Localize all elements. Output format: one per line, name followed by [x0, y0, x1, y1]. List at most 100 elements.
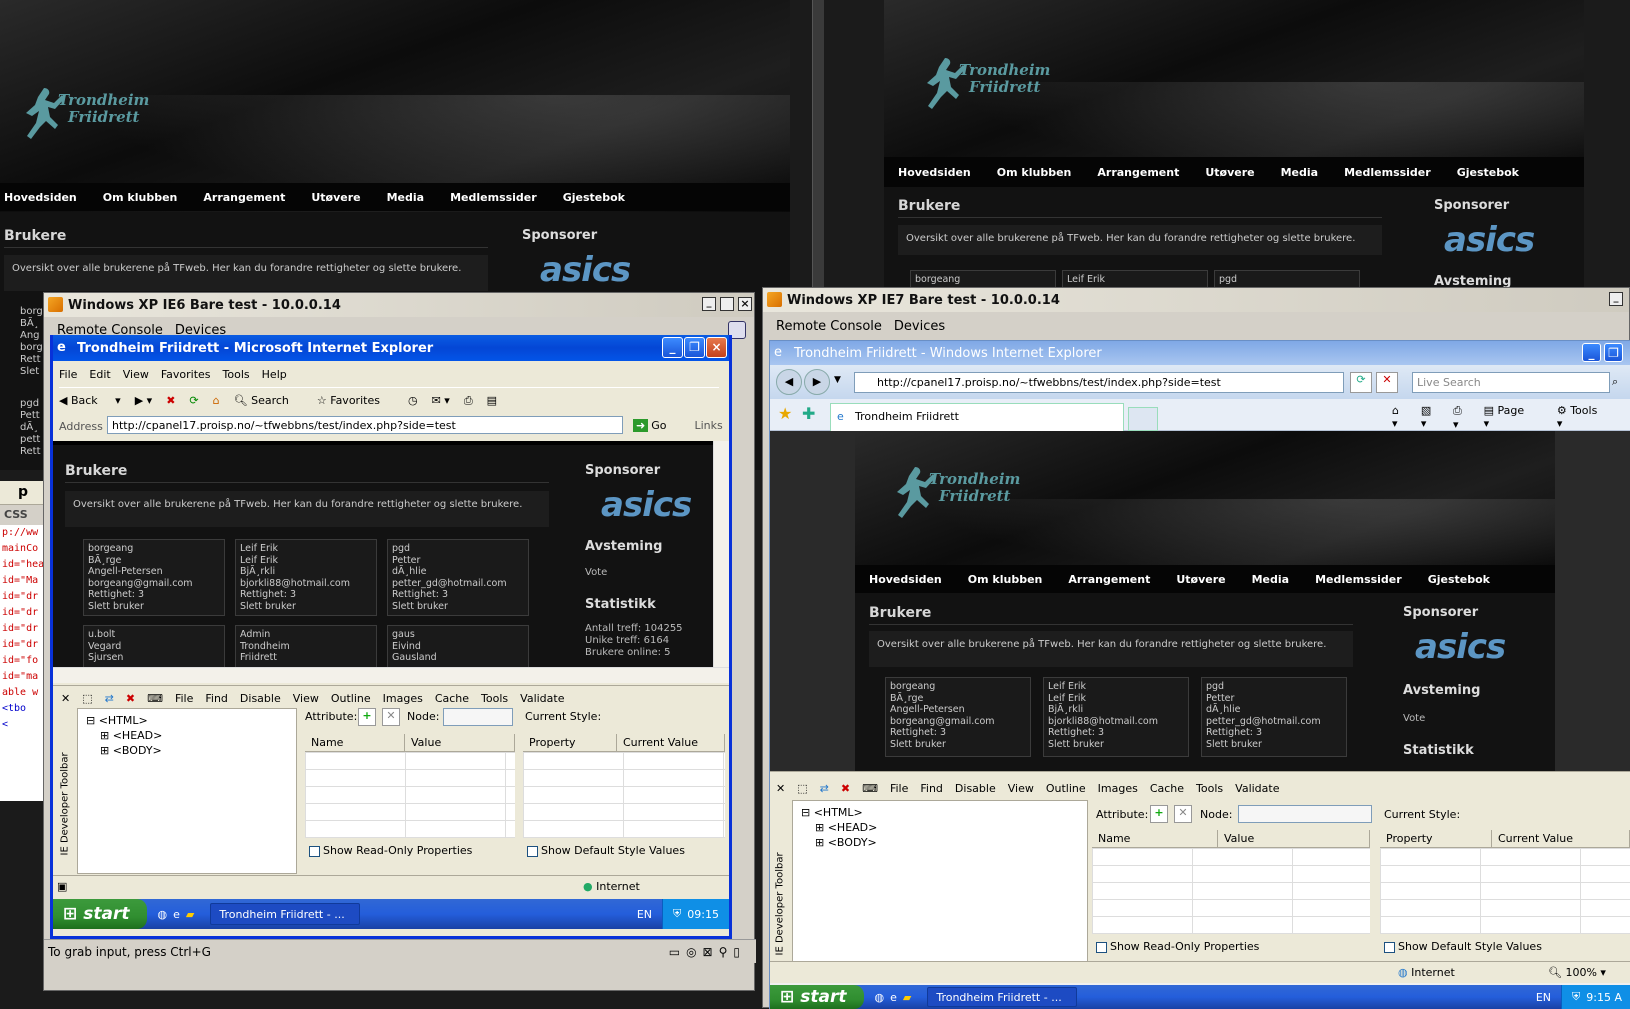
- dev-menu-tools[interactable]: Tools: [481, 692, 508, 705]
- forward-icon[interactable]: ▶ ▾: [135, 394, 152, 407]
- nav-item[interactable]: Arrangement: [1097, 166, 1179, 179]
- nav-item[interactable]: Medlemssider: [1315, 573, 1402, 586]
- style-grid[interactable]: [1380, 848, 1630, 934]
- nav-item[interactable]: Medlemssider: [1344, 166, 1431, 179]
- dev-menu-outline[interactable]: Outline: [331, 692, 371, 705]
- shield-icon[interactable]: ⛨: [1572, 990, 1580, 1004]
- ie6-minimize-button[interactable]: _: [662, 337, 683, 358]
- close-button[interactable]: ×: [738, 297, 752, 311]
- ie7-restore-button[interactable]: ❐: [1604, 343, 1623, 362]
- node-input[interactable]: [443, 708, 513, 726]
- device-icons[interactable]: ▭◎⊠⚲▯: [669, 945, 746, 959]
- ie-menu-view[interactable]: View: [123, 368, 149, 381]
- quicklaunch-icon[interactable]: ▰: [903, 991, 911, 1004]
- nav-item[interactable]: Gjestebok: [563, 191, 625, 204]
- ie7-minimize-button[interactable]: _: [1582, 343, 1601, 362]
- add-attribute-icon[interactable]: +: [358, 708, 376, 726]
- stop-icon[interactable]: ✕: [1376, 372, 1398, 393]
- remove-attribute-icon[interactable]: ✕: [382, 708, 400, 726]
- nav-item[interactable]: Gjestebok: [1428, 573, 1490, 586]
- dev-menu-cache[interactable]: Cache: [435, 692, 469, 705]
- dev-menu-outline[interactable]: Outline: [1046, 782, 1086, 795]
- default-style-checkbox[interactable]: Show Default Style Values: [527, 844, 685, 857]
- nav-item[interactable]: Arrangement: [203, 191, 285, 204]
- dev-menu-cache[interactable]: Cache: [1150, 782, 1184, 795]
- menu-remote-console[interactable]: Remote Console: [776, 319, 882, 334]
- default-style-checkbox[interactable]: Show Default Style Values: [1384, 940, 1542, 953]
- vote-link[interactable]: Vote: [585, 567, 607, 579]
- vm2-titlebar[interactable]: Windows XP IE7 Bare test - 10.0.0.14 _: [763, 288, 1629, 312]
- readonly-checkbox[interactable]: Show Read-Only Properties: [1096, 940, 1259, 953]
- minimize-button[interactable]: _: [1609, 292, 1623, 306]
- tab-active[interactable]: e Trondheim Friidrett: [830, 403, 1124, 431]
- new-tab-button[interactable]: [1128, 407, 1158, 431]
- start-button[interactable]: ⊞ start: [53, 899, 148, 929]
- editor-tab[interactable]: p: [0, 481, 48, 505]
- nav-item[interactable]: Om klubben: [997, 166, 1072, 179]
- lang-indicator[interactable]: EN: [637, 908, 652, 921]
- nav-item[interactable]: Gjestebok: [1457, 166, 1519, 179]
- dev-menu-file[interactable]: File: [175, 692, 193, 705]
- tools-menu[interactable]: ⚙ Tools ▾: [1557, 404, 1616, 430]
- ie7-titlebar[interactable]: e Trondheim Friidrett - Windows Internet…: [770, 341, 1630, 365]
- home-icon[interactable]: ⌂ ▾: [1392, 404, 1407, 430]
- clear-icon[interactable]: ✖: [841, 782, 850, 795]
- dev-menu-images[interactable]: Images: [383, 692, 423, 705]
- nav-item[interactable]: Medlemssider: [450, 191, 537, 204]
- dev-menu-validate[interactable]: Validate: [520, 692, 564, 705]
- quicklaunch-icon[interactable]: e: [890, 991, 897, 1004]
- attr-grid[interactable]: [1092, 848, 1370, 934]
- add-attribute-icon[interactable]: +: [1150, 805, 1168, 823]
- tree-node-html[interactable]: ⊟ <HTML>: [801, 805, 1079, 820]
- node-input[interactable]: [1238, 805, 1372, 823]
- dev-menu-view[interactable]: View: [293, 692, 319, 705]
- feeds-icon[interactable]: ▧ ▾: [1421, 404, 1439, 430]
- ie-menu-edit[interactable]: Edit: [89, 368, 110, 381]
- clear-icon[interactable]: ✖: [126, 692, 135, 705]
- tree-node-head[interactable]: ⊞ <HEAD>: [801, 820, 1079, 835]
- search-button[interactable]: 🔍︎ Search: [234, 394, 303, 407]
- select-element-icon[interactable]: ⬚: [797, 782, 807, 795]
- nav-item[interactable]: Om klubben: [968, 573, 1043, 586]
- address-bar[interactable]: http://cpanel17.proisp.no/~tfwebbns/test…: [107, 416, 623, 434]
- ie-menu-tools[interactable]: Tools: [223, 368, 250, 381]
- nav-item[interactable]: Hovedsiden: [869, 573, 942, 586]
- menu-devices[interactable]: Devices: [894, 319, 945, 334]
- h-scrollbar[interactable]: [53, 667, 729, 683]
- tree-node-html[interactable]: ⊟ <HTML>: [86, 713, 288, 728]
- refresh-dom-icon[interactable]: ⇄: [820, 782, 829, 795]
- dev-menu-validate[interactable]: Validate: [1235, 782, 1279, 795]
- refresh-dom-icon[interactable]: ⇄: [105, 692, 114, 705]
- stop-icon[interactable]: ✖: [166, 394, 175, 407]
- print-icon[interactable]: ⎙: [464, 394, 473, 408]
- tree-node-body[interactable]: ⊞ <BODY>: [86, 743, 288, 758]
- go-button[interactable]: ➜ Go: [633, 418, 680, 432]
- quicklaunch-icon[interactable]: ▰: [186, 908, 194, 921]
- nav-item[interactable]: Media: [387, 191, 424, 204]
- ie6-titlebar[interactable]: e Trondheim Friidrett - Microsoft Intern…: [53, 335, 729, 361]
- links-button[interactable]: Links: [694, 419, 722, 432]
- address-bar[interactable]: http://cpanel17.proisp.no/~tfwebbns/test…: [854, 372, 1344, 393]
- vote-link[interactable]: Vote: [1403, 713, 1425, 725]
- add-favorite-icon[interactable]: ✚: [802, 404, 815, 423]
- ie6-restore-button[interactable]: ❐: [684, 337, 705, 358]
- dev-close-icon[interactable]: ✕: [61, 692, 70, 705]
- ie-menu-favorites[interactable]: Favorites: [161, 368, 211, 381]
- nav-item[interactable]: Om klubben: [103, 191, 178, 204]
- nav-item[interactable]: Media: [1252, 573, 1289, 586]
- dev-menu-find[interactable]: Find: [920, 782, 943, 795]
- remove-attribute-icon[interactable]: ✕: [1174, 805, 1192, 823]
- dev-menu-file[interactable]: File: [890, 782, 908, 795]
- dev-menu-view[interactable]: View: [1008, 782, 1034, 795]
- back-button[interactable]: ◀ Back ▾: [59, 394, 121, 407]
- lang-indicator[interactable]: EN: [1536, 991, 1551, 1004]
- attr-grid[interactable]: [305, 752, 515, 838]
- history-dropdown-icon[interactable]: ▼: [834, 375, 841, 385]
- taskbar-item[interactable]: Trondheim Friidrett - ...: [210, 903, 361, 925]
- select-element-icon[interactable]: ⬚: [82, 692, 92, 705]
- tree-node-head[interactable]: ⊞ <HEAD>: [86, 728, 288, 743]
- view-source-icon[interactable]: ⌨: [862, 782, 878, 795]
- edit-icon[interactable]: ▤: [487, 394, 497, 407]
- nav-item[interactable]: Utøvere: [311, 191, 360, 204]
- dev-menu-tools[interactable]: Tools: [1196, 782, 1223, 795]
